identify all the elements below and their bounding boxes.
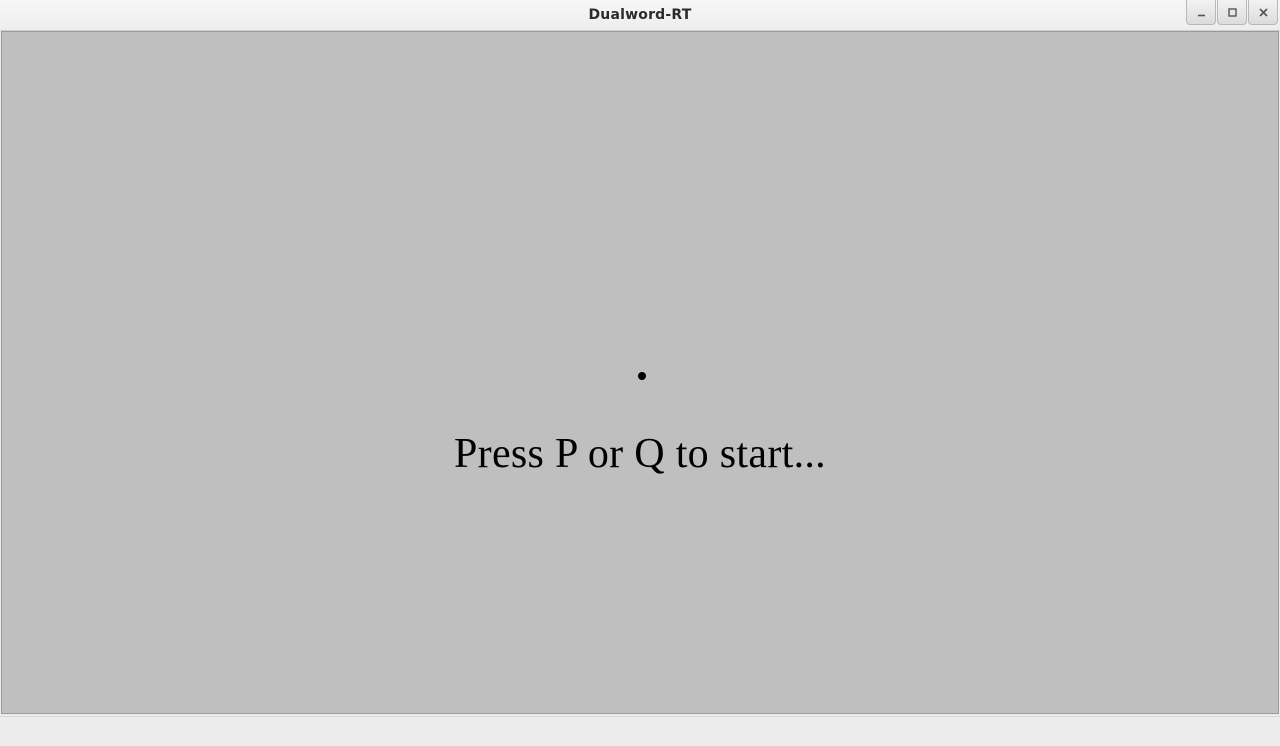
window-controls (1186, 0, 1280, 28)
minimize-button[interactable] (1186, 0, 1216, 25)
maximize-icon (1227, 3, 1238, 22)
minimize-icon (1196, 3, 1207, 22)
titlebar: Dualword-RT (0, 0, 1280, 31)
window-title: Dualword-RT (588, 7, 691, 23)
instruction-text: Press P or Q to start... (2, 430, 1278, 478)
close-icon (1258, 3, 1269, 22)
maximize-button[interactable] (1217, 0, 1247, 25)
statusbar (0, 716, 1280, 746)
close-button[interactable] (1248, 0, 1278, 25)
experiment-canvas[interactable]: Press P or Q to start... (2, 32, 1278, 713)
fixation-dot (638, 372, 646, 380)
content-frame: Press P or Q to start... (1, 31, 1279, 714)
